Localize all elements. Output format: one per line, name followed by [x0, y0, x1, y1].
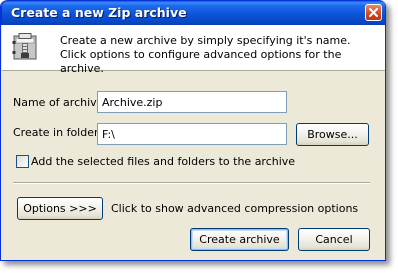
window-title: Create a new Zip archive [11, 5, 187, 20]
dialog-header: Create a new archive by simply specifyin… [2, 25, 385, 75]
add-selected-label[interactable]: Add the selected files and folders to th… [31, 155, 295, 168]
title-bar[interactable]: Create a new Zip archive [1, 0, 385, 25]
folder-path-input[interactable] [97, 123, 287, 145]
header-description: Create a new archive by simply specifyin… [60, 34, 351, 75]
options-hint: Click to show advanced compression optio… [111, 202, 359, 215]
dialog-window: Create a new Zip archive Create a new ar… [0, 0, 386, 261]
archive-name-input[interactable] [97, 91, 287, 113]
cancel-button[interactable]: Cancel [298, 228, 370, 251]
options-button[interactable]: Options >>> [17, 197, 103, 220]
name-of-archive-label: Name of archive [13, 96, 104, 109]
create-archive-button[interactable]: Create archive [190, 228, 289, 251]
separator-top [13, 182, 370, 184]
close-button[interactable] [365, 4, 382, 21]
zip-archive-icon [12, 33, 37, 60]
add-selected-checkbox[interactable] [16, 155, 29, 168]
create-in-folder-label: Create in folder [13, 126, 99, 139]
close-icon [369, 8, 378, 17]
browse-button[interactable]: Browse... [296, 123, 369, 146]
